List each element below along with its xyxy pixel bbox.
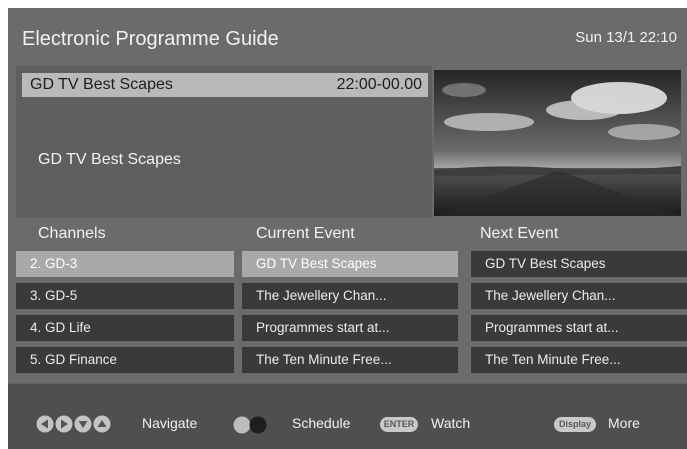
current-event-item[interactable]: The Ten Minute Free... bbox=[242, 347, 458, 373]
more-label: More bbox=[608, 415, 640, 431]
channel-name: 2. GD-3 bbox=[30, 256, 78, 271]
enter-key-icon: ENTER bbox=[380, 417, 418, 432]
channel-item[interactable]: 5. GD Finance bbox=[16, 347, 234, 373]
color-buttons-icon bbox=[233, 416, 267, 434]
current-event-item[interactable]: The Jewellery Chan... bbox=[242, 283, 458, 309]
preview-image bbox=[434, 70, 681, 216]
program-title: GD TV Best Scapes bbox=[30, 76, 173, 93]
arrow-keys-icon bbox=[36, 415, 111, 433]
next-event-column-header: Next Event bbox=[480, 225, 559, 242]
watch-label: Watch bbox=[431, 415, 471, 431]
program-description: GD TV Best Scapes bbox=[38, 151, 181, 168]
epg-screen: Electronic Programme Guide Sun 13/1 22:1… bbox=[8, 8, 687, 449]
current-event-name: GD TV Best Scapes bbox=[256, 256, 377, 271]
program-info-panel: GD TV Best Scapes 22:00-00.00 GD TV Best… bbox=[16, 66, 432, 218]
next-event-name: Programmes start at... bbox=[485, 320, 619, 335]
next-event-name: The Jewellery Chan... bbox=[485, 288, 616, 303]
current-event-column-header: Current Event bbox=[256, 225, 355, 242]
current-event-name: Programmes start at... bbox=[256, 320, 390, 335]
channel-name: 5. GD Finance bbox=[30, 352, 118, 367]
next-event-name: GD TV Best Scapes bbox=[485, 256, 606, 271]
current-event-name: The Ten Minute Free... bbox=[256, 352, 392, 367]
clock: Sun 13/1 22:10 bbox=[575, 29, 677, 46]
key-legend-bar: Navigate Schedule ENTER Watch Display Mo… bbox=[8, 383, 687, 449]
landscape-preview-image bbox=[434, 70, 681, 216]
current-event-item[interactable]: Programmes start at... bbox=[242, 315, 458, 341]
current-event-name: The Jewellery Chan... bbox=[256, 288, 387, 303]
program-time: 22:00-00.00 bbox=[336, 76, 422, 93]
page-title: Electronic Programme Guide bbox=[22, 28, 279, 50]
channel-item[interactable]: 2. GD-3 bbox=[16, 251, 234, 277]
channel-item[interactable]: 3. GD-5 bbox=[16, 283, 234, 309]
channel-name: 4. GD Life bbox=[30, 320, 91, 335]
channels-column-header: Channels bbox=[38, 225, 106, 242]
next-event-item[interactable]: The Ten Minute Free... bbox=[471, 347, 687, 373]
program-info-bar: GD TV Best Scapes 22:00-00.00 bbox=[22, 73, 428, 97]
next-event-name: The Ten Minute Free... bbox=[485, 352, 621, 367]
next-event-item[interactable]: Programmes start at... bbox=[471, 315, 687, 341]
current-event-item[interactable]: GD TV Best Scapes bbox=[242, 251, 458, 277]
next-event-item[interactable]: The Jewellery Chan... bbox=[471, 283, 687, 309]
display-key-icon: Display bbox=[554, 417, 596, 432]
channel-name: 3. GD-5 bbox=[30, 288, 78, 303]
schedule-label: Schedule bbox=[292, 415, 351, 431]
next-event-item[interactable]: GD TV Best Scapes bbox=[471, 251, 687, 277]
navigate-label: Navigate bbox=[142, 415, 198, 431]
channel-item[interactable]: 4. GD Life bbox=[16, 315, 234, 341]
